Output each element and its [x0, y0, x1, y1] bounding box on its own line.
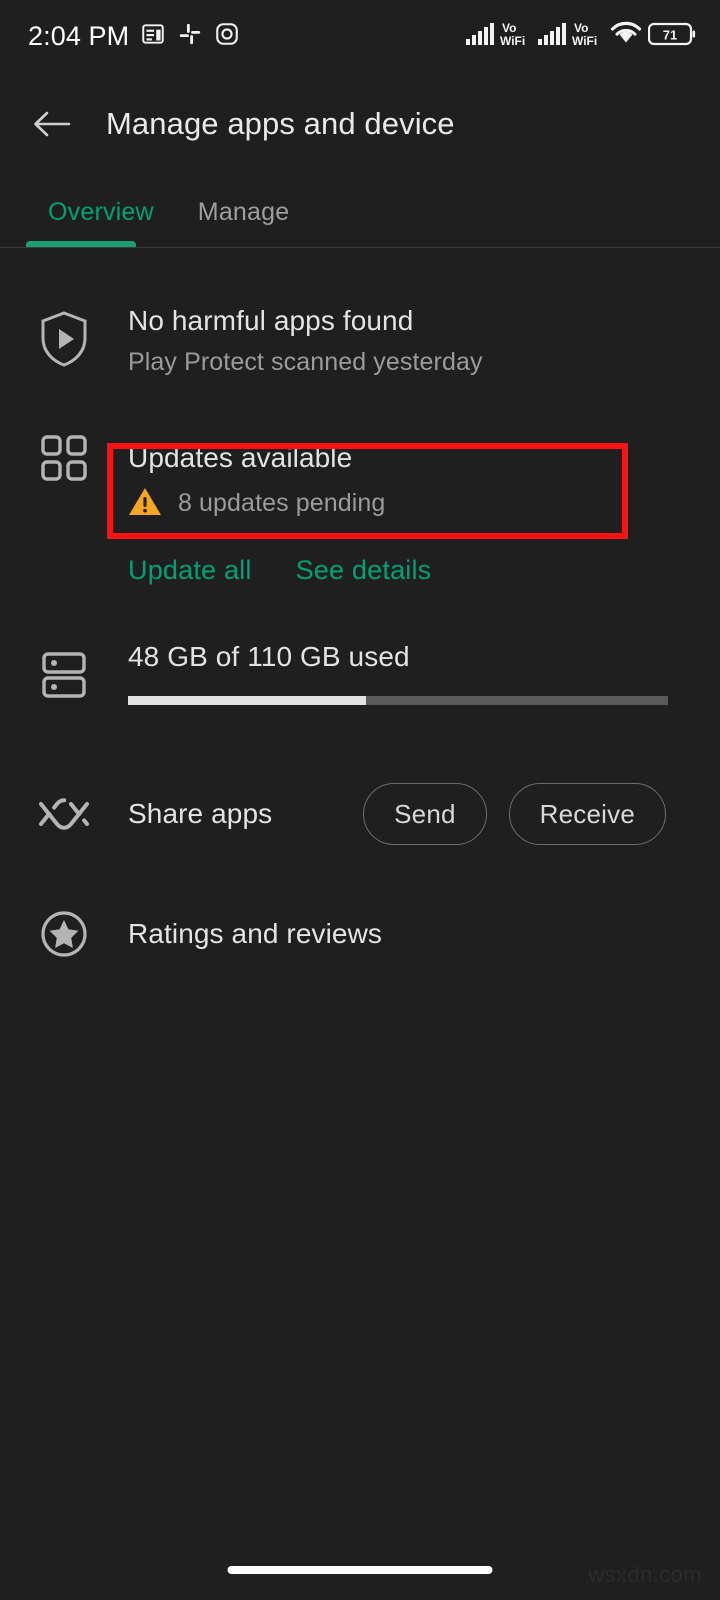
- svg-text:Vo: Vo: [574, 21, 588, 35]
- updates-text-block: Updates available 8 updates pending: [128, 430, 680, 531]
- phone-screen: 2:04 PM Vo WiFi Vo WiFi 71 Manage apps a…: [0, 0, 720, 1600]
- instagram-icon: [214, 21, 240, 52]
- apps-grid-icon: [0, 430, 128, 482]
- storage-title: 48 GB of 110 GB used: [128, 641, 410, 672]
- app-bar: Manage apps and device: [0, 72, 720, 176]
- shield-play-icon: [0, 304, 128, 368]
- watermark: wsxdn.com: [588, 1562, 702, 1587]
- battery-icon: 71: [647, 21, 696, 52]
- warning-triangle-icon: [128, 485, 162, 522]
- tab-overview[interactable]: Overview: [26, 176, 176, 248]
- share-apps-icon: [0, 794, 128, 834]
- slack-icon: [177, 21, 203, 52]
- share-apps-label: Share apps: [128, 798, 273, 829]
- updates-actions: Update all See details: [0, 555, 720, 586]
- vowifi-icon-sim1: Vo WiFi: [500, 19, 532, 54]
- update-all-button[interactable]: Update all: [128, 555, 252, 586]
- star-circle-icon: [0, 909, 128, 959]
- battery-level-text: 71: [663, 27, 677, 42]
- back-arrow-icon: [34, 111, 71, 137]
- storage-icon: [0, 640, 128, 700]
- updates-body: Updates available 8 updates pending: [128, 430, 720, 531]
- tab-overview-label: Overview: [48, 197, 154, 226]
- signal-bars-icon-sim1: [465, 21, 495, 52]
- ratings-body: Ratings and reviews: [128, 918, 720, 950]
- storage-progress-track: [128, 696, 668, 705]
- receive-button[interactable]: Receive: [508, 783, 666, 845]
- updates-row[interactable]: Updates available 8 updates pending: [0, 430, 720, 531]
- status-bar-right: Vo WiFi Vo WiFi 71: [465, 19, 696, 54]
- wifi-icon: [609, 20, 643, 53]
- svg-text:WiFi: WiFi: [572, 34, 597, 48]
- back-button[interactable]: [26, 98, 78, 150]
- svg-text:Vo: Vo: [502, 21, 516, 35]
- tab-manage-label: Manage: [197, 197, 290, 226]
- play-protect-body: No harmful apps found Play Protect scann…: [128, 304, 720, 378]
- svg-text:WiFi: WiFi: [500, 34, 525, 48]
- send-button[interactable]: Send: [363, 783, 487, 845]
- storage-body: 48 GB of 110 GB used: [128, 640, 720, 705]
- share-apps-row[interactable]: Share apps Send Receive: [0, 783, 720, 845]
- tab-manage[interactable]: Manage: [176, 176, 312, 248]
- vowifi-icon-sim2: Vo WiFi: [572, 19, 604, 54]
- play-protect-row[interactable]: No harmful apps found Play Protect scann…: [0, 304, 720, 378]
- play-protect-title: No harmful apps found: [128, 305, 414, 336]
- play-protect-subtitle: Play Protect scanned yesterday: [128, 348, 483, 376]
- page-title: Manage apps and device: [106, 106, 455, 141]
- storage-progress-fill: [128, 696, 366, 705]
- news-icon: [140, 21, 166, 52]
- status-bar: 2:04 PM Vo WiFi Vo WiFi 71: [0, 0, 720, 72]
- home-indicator[interactable]: [227, 1566, 493, 1574]
- overview-content: No harmful apps found Play Protect scann…: [0, 248, 720, 959]
- share-apps-body: Share apps Send Receive: [128, 783, 720, 845]
- ratings-and-reviews-label: Ratings and reviews: [128, 918, 383, 949]
- updates-title: Updates available: [128, 442, 353, 473]
- see-details-button[interactable]: See details: [296, 555, 432, 586]
- status-clock: 2:04 PM: [28, 20, 130, 51]
- updates-subtitle: 8 updates pending: [178, 489, 386, 517]
- storage-row[interactable]: 48 GB of 110 GB used: [0, 640, 720, 705]
- signal-bars-icon-sim2: [537, 21, 567, 52]
- tab-bar: Overview Manage: [0, 176, 720, 248]
- updates-subtitle-line: 8 updates pending: [128, 485, 680, 522]
- status-bar-left: 2:04 PM: [28, 21, 240, 52]
- ratings-and-reviews-row[interactable]: Ratings and reviews: [0, 909, 720, 959]
